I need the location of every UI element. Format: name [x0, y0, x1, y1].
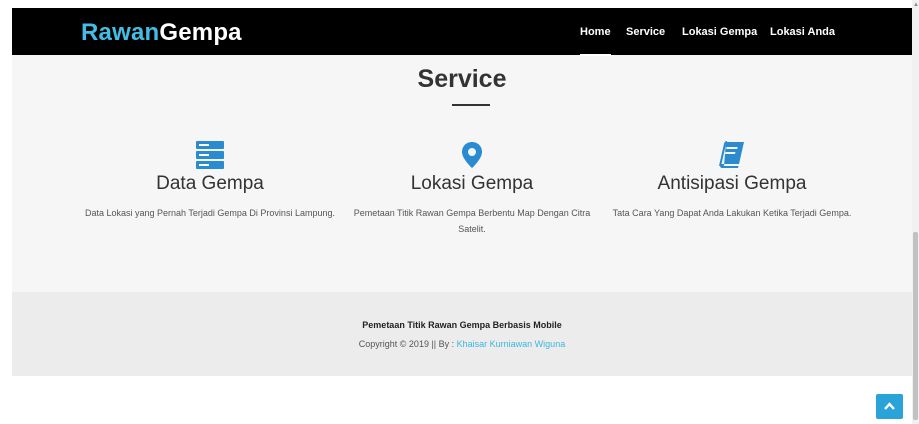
- page-content: RawanGempa Home Service Lokasi Gempa Lok…: [12, 8, 912, 376]
- service-description: Pemetaan Titik Rawan Gempa Berbentu Map …: [353, 208, 591, 234]
- nav-item-service[interactable]: Service: [626, 26, 665, 38]
- service-title: Data Gempa: [156, 173, 264, 194]
- server-icon: [196, 141, 224, 169]
- footer-title: Pemetaan Titik Rawan Gempa Berbasis Mobi…: [362, 320, 562, 330]
- brand-part2: Gempa: [159, 19, 242, 46]
- service-description: Data Lokasi yang Pernah Terjadi Gempa Di…: [85, 208, 335, 218]
- brand-part1: Rawan: [81, 19, 160, 46]
- service-card-antisipasi-gempa: Antisipasi Gempa Tata Cara Yang Dapat An…: [602, 141, 862, 221]
- footer: Pemetaan Titik Rawan Gempa Berbasis Mobi…: [12, 292, 912, 376]
- footer-copyright: Copyright © 2019 || By : Khaisar Kurniaw…: [12, 339, 912, 349]
- service-title: Antisipasi Gempa: [657, 173, 807, 194]
- chevron-up-icon: [884, 402, 895, 410]
- nav-item-lokasi-gempa[interactable]: Lokasi Gempa: [682, 26, 757, 38]
- navbar: RawanGempa Home Service Lokasi Gempa Lok…: [12, 8, 912, 56]
- scroll-up-arrow-icon[interactable]: ▲: [913, 2, 919, 8]
- map-marker-icon: [462, 142, 482, 168]
- section-title: Service: [417, 65, 507, 93]
- back-to-top-button[interactable]: [876, 394, 903, 419]
- service-card-data-gempa: Data Gempa Data Lokasi yang Pernah Terja…: [80, 141, 340, 221]
- service-description: Tata Cara Yang Dapat Anda Lakukan Ketika…: [612, 208, 852, 218]
- brand-logo[interactable]: RawanGempa: [81, 19, 242, 47]
- book-icon: [719, 141, 744, 168]
- author-link[interactable]: Khaisar Kurniawan Wiguna: [457, 339, 566, 349]
- scrollbar-thumb[interactable]: [913, 232, 918, 420]
- service-title: Lokasi Gempa: [410, 173, 534, 194]
- nav-item-lokasi-anda[interactable]: Lokasi Anda: [770, 26, 835, 38]
- service-card-lokasi-gempa: Lokasi Gempa Pemetaan Titik Rawan Gempa …: [342, 141, 602, 237]
- title-divider: [452, 104, 490, 106]
- copyright-text: Copyright © 2019 || By :: [358, 339, 457, 349]
- nav-item-home[interactable]: Home: [580, 26, 611, 56]
